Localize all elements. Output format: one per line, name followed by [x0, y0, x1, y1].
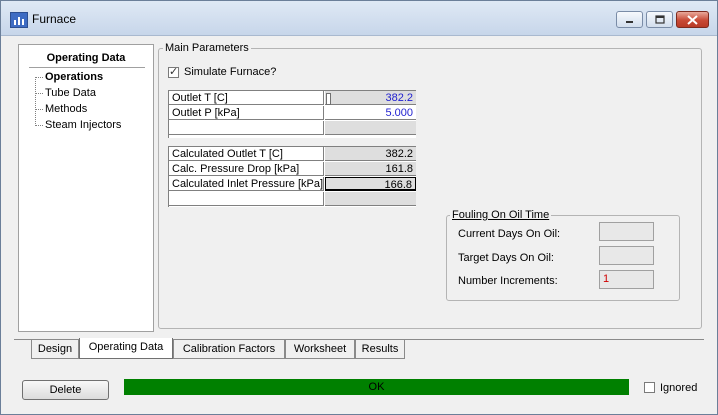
outlet-t-value[interactable]: 382.2 [325, 91, 416, 105]
outlet-spec-grid: Outlet T [C] 382.2 Outlet P [kPa] 5.000 [168, 90, 416, 138]
close-button[interactable] [676, 11, 709, 28]
close-icon [677, 12, 708, 27]
simulate-furnace-checkbox[interactable] [168, 65, 179, 78]
target-days-label: Target Days On Oil: [458, 252, 554, 264]
ignored-label: Ignored [660, 382, 698, 394]
main-parameters-label: Main Parameters [163, 42, 251, 55]
current-days-field[interactable] [599, 222, 654, 241]
empty-value-cell-2[interactable] [325, 192, 416, 206]
ignored-checkbox[interactable] [644, 382, 655, 393]
number-increments-field[interactable]: 1 [599, 270, 654, 289]
outlet-t-label: Outlet T [C] [169, 91, 324, 105]
empty-label-cell-2 [169, 192, 324, 206]
outlet-p-label: Outlet P [kPa] [169, 106, 324, 120]
calc-outlet-t-value[interactable]: 382.2 [325, 147, 416, 161]
nav-item-operations[interactable]: Operations [35, 69, 103, 85]
fouling-group-label: Fouling On Oil Time [450, 209, 552, 222]
delete-button[interactable]: Delete [22, 380, 109, 400]
simulate-furnace-label: Simulate Furnace? [184, 66, 277, 78]
maximize-button[interactable] [646, 11, 673, 28]
text-cursor-icon [326, 93, 331, 105]
status-bar: OK [124, 379, 629, 395]
tab-results[interactable]: Results [355, 340, 405, 359]
app-icon [10, 12, 28, 28]
title-bar: Furnace [1, 1, 717, 36]
maximize-icon [647, 12, 672, 27]
tab-operating-data[interactable]: Operating Data [79, 338, 173, 359]
calc-outlet-t-label: Calculated Outlet T [C] [169, 147, 324, 161]
tab-calibration-factors[interactable]: Calibration Factors [173, 340, 285, 359]
empty-value-cell[interactable] [325, 121, 416, 135]
calculated-grid: Calculated Outlet T [C] 382.2 Calc. Pres… [168, 146, 416, 207]
nav-divider [29, 67, 145, 68]
calc-pressure-drop-value[interactable]: 161.8 [325, 162, 416, 176]
target-days-field[interactable] [599, 246, 654, 265]
nav-item-tube-data[interactable]: Tube Data [35, 85, 96, 101]
number-increments-label: Number Increments: [458, 275, 558, 287]
window-title: Furnace [32, 12, 77, 26]
tab-worksheet[interactable]: Worksheet [285, 340, 355, 359]
furnace-window: Furnace Operating Data Operations Tube D… [0, 0, 718, 415]
calc-pressure-drop-label: Calc. Pressure Drop [kPa] [169, 162, 324, 176]
minimize-icon [617, 12, 642, 27]
calc-inlet-pressure-label: Calculated Inlet Pressure [kPa] [169, 177, 324, 191]
current-days-label: Current Days On Oil: [458, 228, 561, 240]
nav-title: Operating Data [46, 52, 126, 64]
nav-item-steam-injectors[interactable]: Steam Injectors [35, 117, 121, 133]
calc-inlet-pressure-value[interactable]: 166.8 [325, 177, 416, 191]
outlet-p-value[interactable]: 5.000 [325, 106, 416, 120]
empty-label-cell [169, 121, 324, 135]
minimize-button[interactable] [616, 11, 643, 28]
tab-design[interactable]: Design [31, 340, 79, 359]
nav-item-methods[interactable]: Methods [35, 101, 87, 117]
nav-panel: Operating Data Operations Tube Data Meth… [18, 44, 154, 332]
